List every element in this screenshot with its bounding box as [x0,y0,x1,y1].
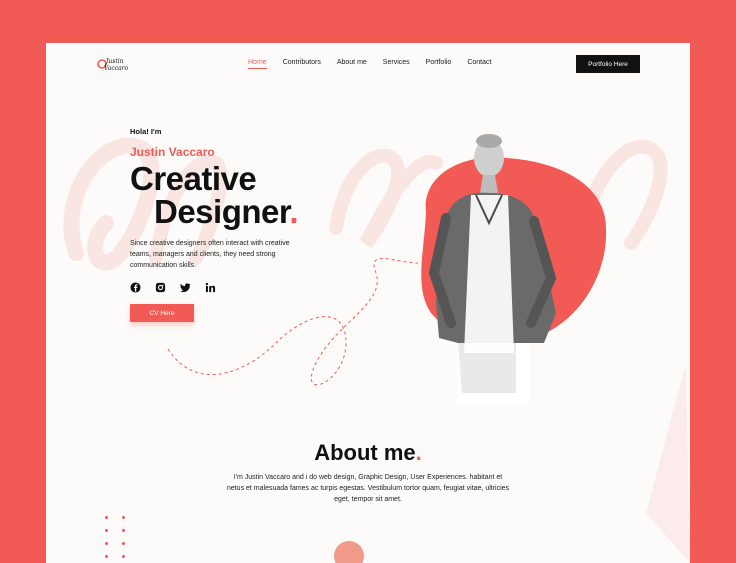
about-title-text: About me [314,440,416,465]
main-nav: Home Contributors About me Services Port… [248,59,507,69]
instagram-icon[interactable] [155,282,166,293]
hero-greeting: Hola! I'm [130,127,162,136]
hero-headline-word: Designer [154,193,290,230]
hero-headline-dot: . [289,193,299,230]
cv-button[interactable]: CV Here [130,304,194,322]
nav-portfolio[interactable]: Portfolio [426,59,452,69]
svg-text:Justin: Justin [104,58,124,65]
logo-mark-icon: Justin Vaccaro [97,58,129,72]
page-card: Justin Vaccaro Home Contributors About m… [46,43,690,563]
social-links [130,282,216,293]
avatar [334,541,364,563]
svg-text:Vaccaro: Vaccaro [104,65,129,72]
linkedin-icon[interactable] [205,282,216,293]
hero-headline-line1: Creative [130,160,257,197]
about-title-dot: . [415,440,422,465]
person-photo [428,134,557,403]
dot-grid-decoration [105,516,128,558]
facebook-icon[interactable] [130,282,141,293]
brand-logo[interactable]: Justin Vaccaro [96,55,130,77]
nav-contributors[interactable]: Contributors [283,59,321,69]
nav-services[interactable]: Services [383,59,410,69]
red-blob-shape [421,157,607,339]
portfolio-button[interactable]: Portfolio Here [576,55,640,73]
hero-headline-line2: Designer. [154,193,299,230]
twitter-icon[interactable] [180,282,191,293]
about-title: About me. [46,440,690,466]
nav-home[interactable]: Home [248,59,267,69]
nav-contact[interactable]: Contact [467,59,491,69]
hero-description: Since creative designers often interact … [130,240,290,269]
hero-name: Justin Vaccaro [130,145,215,159]
about-description: I'm Justin Vaccaro and i do web design, … [226,474,510,504]
dashed-curve-decoration [167,258,419,386]
nav-about-me[interactable]: About me [337,59,367,69]
